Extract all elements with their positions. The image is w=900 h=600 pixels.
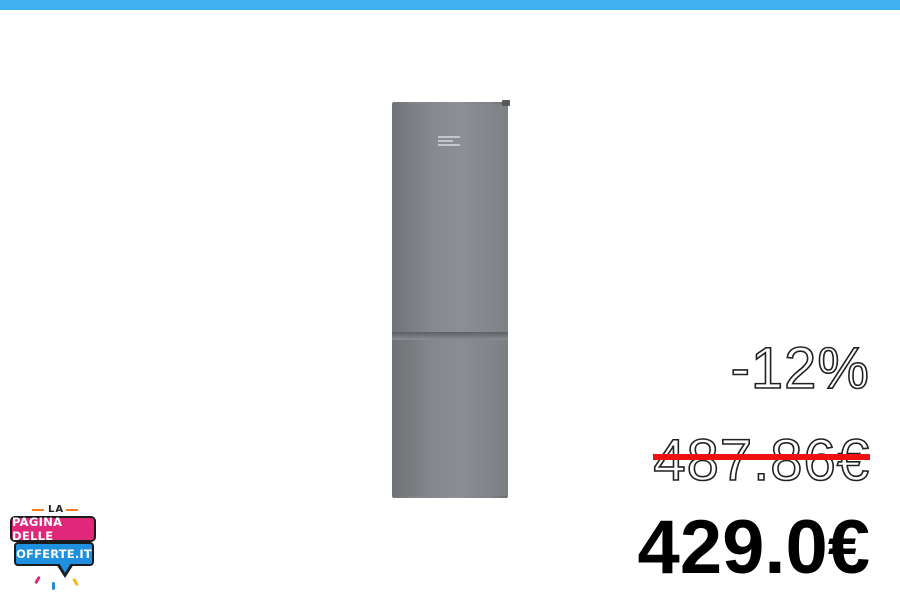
site-logo: LA PAGINA DELLE OFFERTE.IT bbox=[8, 500, 100, 596]
top-accent-bar bbox=[0, 0, 900, 10]
logo-accent-right bbox=[66, 509, 78, 511]
logo-accent-left bbox=[32, 509, 44, 511]
logo-speech-tail-fill bbox=[59, 563, 71, 573]
fridge-door-gap bbox=[392, 332, 508, 340]
logo-line-pagina-delle: PAGINA DELLE bbox=[10, 515, 96, 543]
logo-line-la: LA bbox=[48, 504, 65, 515]
logo-spark bbox=[34, 575, 41, 585]
old-price-text: 487.86€ bbox=[653, 428, 870, 493]
logo-line-offerte: OFFERTE.IT bbox=[14, 542, 94, 566]
fridge-brand-logo bbox=[438, 136, 460, 146]
product-image bbox=[390, 100, 510, 498]
logo-spark bbox=[72, 577, 79, 587]
fridge-hinge bbox=[502, 100, 510, 106]
discount-percentage: -12% bbox=[730, 336, 870, 401]
logo-spark bbox=[52, 582, 55, 590]
strikethrough-line bbox=[653, 454, 870, 460]
old-price: 487.86€ bbox=[653, 428, 870, 493]
new-price: 429.0€ bbox=[637, 505, 870, 590]
fridge-bottom-door bbox=[392, 340, 508, 496]
